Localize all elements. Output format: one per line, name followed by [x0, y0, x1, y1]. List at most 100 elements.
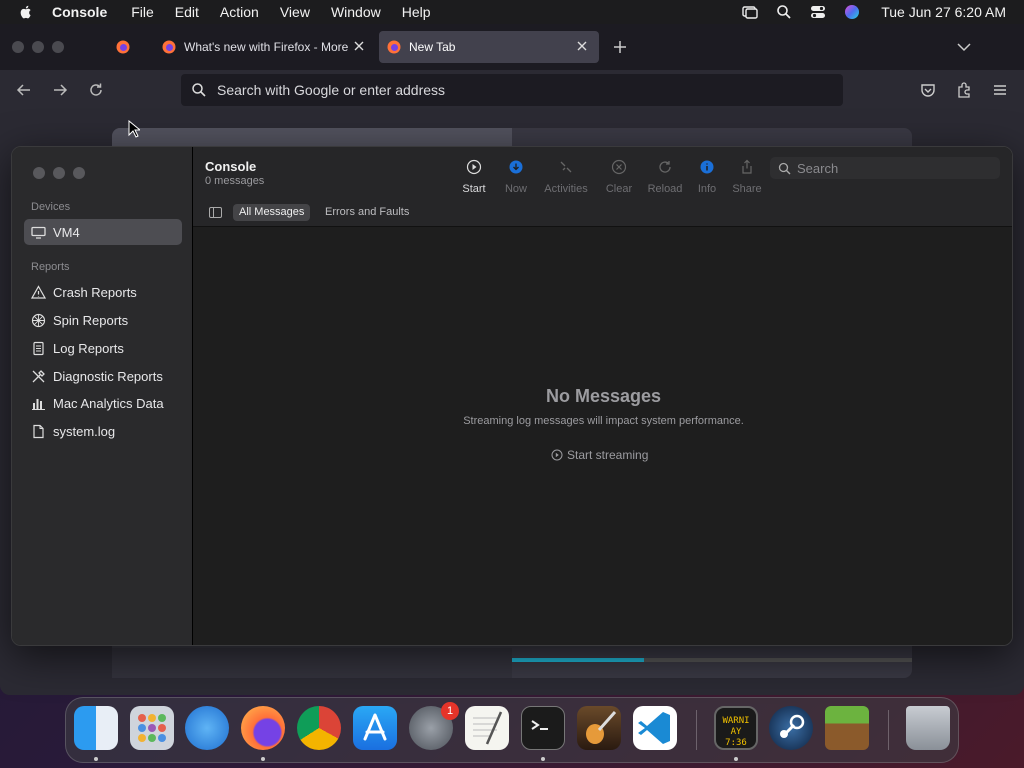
- address-bar[interactable]: Search with Google or enter address: [181, 74, 843, 106]
- filter-errors-and-faults[interactable]: Errors and Faults: [319, 204, 415, 221]
- hamburger-menu-icon[interactable]: [991, 81, 1009, 99]
- sidebar-item-diagnostic-reports[interactable]: Diagnostic Reports: [24, 363, 182, 389]
- running-indicator: [541, 757, 545, 761]
- menu-action[interactable]: Action: [220, 4, 259, 20]
- sidebar-item-label: VM4: [53, 224, 80, 240]
- dock-separator: [888, 710, 889, 750]
- document-icon: [33, 341, 44, 355]
- menu-clock[interactable]: Tue Jun 27 6:20 AM: [881, 4, 1006, 20]
- sidebar-item-vm4[interactable]: VM4: [24, 219, 182, 245]
- tab-new-tab[interactable]: New Tab: [379, 31, 599, 63]
- close-tab-icon[interactable]: [575, 39, 589, 53]
- console-app-icon[interactable]: WARNI AY 7:36: [714, 706, 758, 750]
- siri-icon[interactable]: [843, 3, 861, 21]
- sidebar-item-spin-reports[interactable]: Spin Reports: [24, 307, 182, 333]
- zoom-window-button[interactable]: [73, 167, 85, 179]
- menu-window[interactable]: Window: [331, 4, 381, 20]
- sidebar-item-system-log[interactable]: system.log: [24, 418, 182, 444]
- console-icon-line-1: WARNI: [722, 716, 750, 726]
- vscode-icon[interactable]: [633, 706, 677, 750]
- console-window: Devices VM4 Reports Crash Reports Spin R…: [11, 146, 1013, 646]
- close-tab-icon[interactable]: [352, 39, 366, 53]
- devices-header: Devices: [31, 201, 71, 213]
- warning-icon: [31, 284, 46, 299]
- minimize-window-button[interactable]: [32, 41, 44, 53]
- sidebar-item-label: Log Reports: [53, 340, 124, 356]
- sidebar-item-log-reports[interactable]: Log Reports: [24, 335, 182, 361]
- vscode-logo-icon: [638, 712, 670, 744]
- spin-icon: [31, 313, 46, 327]
- tab-title: What's new with Firefox - More: [184, 40, 349, 54]
- reload-icon[interactable]: [87, 81, 105, 99]
- card-footer: [112, 648, 512, 678]
- tab-title: New Tab: [409, 40, 456, 54]
- menu-app-console[interactable]: Console: [52, 4, 107, 20]
- search-field[interactable]: [770, 157, 1000, 179]
- share-button[interactable]: Share: [722, 159, 772, 195]
- pinned-tab-firefox[interactable]: [112, 31, 142, 63]
- safari-icon[interactable]: [185, 706, 229, 750]
- dock: 1 WARNI AY 7:36: [65, 697, 959, 763]
- play-circle-icon: [551, 449, 563, 461]
- garageband-icon[interactable]: [577, 706, 621, 750]
- forward-arrow-icon[interactable]: [51, 81, 69, 99]
- chrome-icon[interactable]: [297, 706, 341, 750]
- start-streaming-label: Start streaming: [567, 448, 649, 462]
- share-label: Share: [732, 183, 762, 195]
- zoom-window-button[interactable]: [52, 41, 64, 53]
- close-window-button[interactable]: [33, 167, 45, 179]
- now-button[interactable]: Now: [491, 159, 541, 195]
- start-streaming-button[interactable]: Start streaming: [551, 448, 648, 462]
- steam-logo-icon: [780, 714, 805, 738]
- reload-icon: [659, 161, 671, 173]
- mouse-cursor-icon: [128, 120, 140, 138]
- launchpad-icon[interactable]: [130, 706, 174, 750]
- empty-state-subtitle: Streaming log messages will impact syste…: [463, 415, 744, 427]
- terminal-icon[interactable]: [521, 706, 565, 750]
- menu-file[interactable]: File: [131, 4, 154, 20]
- minimize-window-button[interactable]: [53, 167, 65, 179]
- notification-badge: 1: [441, 702, 459, 720]
- screen-mirroring-icon[interactable]: [741, 3, 759, 21]
- menu-view[interactable]: View: [280, 4, 310, 20]
- console-sidebar: Devices VM4 Reports Crash Reports Spin R…: [12, 147, 193, 645]
- chart-icon: [32, 398, 45, 410]
- minecraft-icon[interactable]: [825, 706, 869, 750]
- finder-icon[interactable]: [74, 706, 118, 750]
- steam-icon[interactable]: [769, 706, 813, 750]
- firefox-navigation-bar: Search with Google or enter address: [0, 70, 1024, 110]
- search-input[interactable]: [797, 160, 987, 176]
- filter-all-messages[interactable]: All Messages: [233, 204, 311, 221]
- search-icon: [192, 83, 206, 97]
- control-center-icon[interactable]: [809, 3, 827, 21]
- sidebar-item-label: Crash Reports: [53, 284, 137, 300]
- textedit-icon[interactable]: [465, 706, 509, 750]
- apple-menu-icon[interactable]: [18, 4, 34, 20]
- dock-separator: [696, 710, 697, 750]
- sidebar-item-crash-reports[interactable]: Crash Reports: [24, 279, 182, 305]
- trash-icon[interactable]: [906, 706, 950, 750]
- firefox-window-controls: [12, 41, 64, 53]
- spotlight-search-icon[interactable]: [775, 3, 793, 21]
- page-title: Console: [205, 159, 257, 174]
- reports-header: Reports: [31, 261, 70, 273]
- sidebar-toggle-icon[interactable]: [209, 207, 222, 218]
- activities-label: Activities: [544, 183, 588, 195]
- pen-icon: [473, 711, 503, 745]
- activities-button[interactable]: Activities: [541, 159, 591, 195]
- pocket-icon[interactable]: [919, 81, 937, 99]
- firefox-dock-icon[interactable]: [241, 706, 285, 750]
- close-window-button[interactable]: [12, 41, 24, 53]
- sidebar-item-mac-analytics-data[interactable]: Mac Analytics Data: [24, 390, 182, 416]
- app-store-icon[interactable]: [353, 706, 397, 750]
- tab-whats-new[interactable]: What's new with Firefox - More: [150, 31, 376, 63]
- chevron-down-icon[interactable]: [956, 40, 972, 54]
- back-arrow-icon[interactable]: [15, 81, 33, 99]
- loading-progress-fill: [512, 658, 644, 662]
- loading-progress: [512, 658, 912, 662]
- clear-button[interactable]: Clear: [594, 159, 644, 195]
- menu-help[interactable]: Help: [402, 4, 431, 20]
- extensions-icon[interactable]: [955, 81, 973, 99]
- new-tab-plus-icon[interactable]: [612, 39, 628, 55]
- menu-edit[interactable]: Edit: [175, 4, 199, 20]
